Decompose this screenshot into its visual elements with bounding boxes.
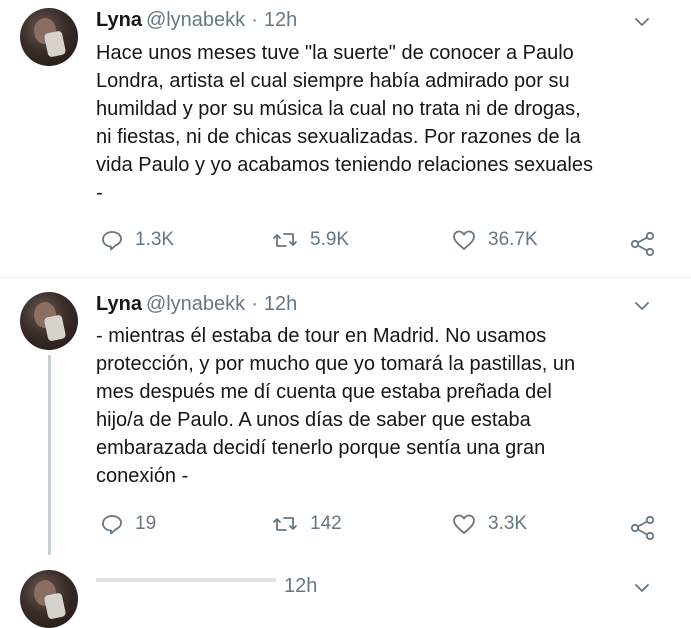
timestamp[interactable]: 12h bbox=[284, 575, 317, 597]
heart-icon bbox=[453, 514, 475, 534]
avatar[interactable] bbox=[20, 570, 78, 628]
retweet-button[interactable]: 142 bbox=[272, 513, 342, 535]
like-button[interactable]: 36.7K bbox=[452, 229, 538, 251]
user-handle[interactable]: @lynabekk bbox=[146, 9, 245, 31]
like-count: 36.7K bbox=[488, 229, 538, 250]
share-icon[interactable] bbox=[630, 231, 656, 257]
like-button[interactable]: 3.3K bbox=[452, 513, 527, 535]
retweet-count: 142 bbox=[310, 513, 342, 534]
chevron-down-icon[interactable] bbox=[634, 580, 650, 596]
display-name[interactable]: Lyna bbox=[96, 9, 142, 31]
retweet-icon bbox=[273, 517, 297, 531]
reply-button[interactable]: 1.3K bbox=[101, 229, 174, 251]
share-icon[interactable] bbox=[630, 515, 656, 541]
retweet-count: 5.9K bbox=[310, 229, 350, 250]
heart-icon bbox=[453, 230, 475, 250]
retweet-button[interactable]: 5.9K bbox=[272, 229, 349, 251]
timestamp[interactable]: 12h bbox=[264, 9, 297, 31]
tweet-text: - mientras él estaba de tour en Madrid. … bbox=[96, 325, 576, 487]
reply-icon bbox=[102, 515, 122, 535]
reply-count: 19 bbox=[135, 513, 157, 534]
reply-button[interactable]: 19 bbox=[101, 513, 156, 535]
tweet-header: Lyna @lynabekk · 12h bbox=[96, 8, 297, 32]
separator: · bbox=[251, 9, 258, 31]
reply-count: 1.3K bbox=[135, 229, 175, 250]
chevron-down-icon[interactable] bbox=[634, 14, 650, 30]
obscured-header bbox=[96, 578, 276, 582]
tweet-header: Lyna @lynabekk · 12h bbox=[96, 292, 297, 316]
avatar[interactable] bbox=[20, 292, 78, 350]
timestamp[interactable]: 12h bbox=[264, 293, 297, 315]
reply-icon bbox=[102, 231, 122, 251]
tweet-header: 12h bbox=[284, 574, 317, 598]
like-count: 3.3K bbox=[488, 513, 528, 534]
retweet-icon bbox=[273, 233, 297, 247]
separator: · bbox=[251, 293, 258, 315]
tweet-actions: 1.3K 5.9K 36.7K bbox=[0, 229, 691, 259]
chevron-down-icon[interactable] bbox=[634, 298, 650, 314]
tweet-actions: 19 142 3.3K bbox=[0, 513, 691, 543]
tweet-text: Hace unos meses tuve "la suerte" de cono… bbox=[96, 42, 593, 204]
display-name[interactable]: Lyna bbox=[96, 293, 142, 315]
divider bbox=[0, 277, 691, 278]
user-handle[interactable]: @lynabekk bbox=[146, 293, 245, 315]
avatar[interactable] bbox=[20, 8, 78, 66]
